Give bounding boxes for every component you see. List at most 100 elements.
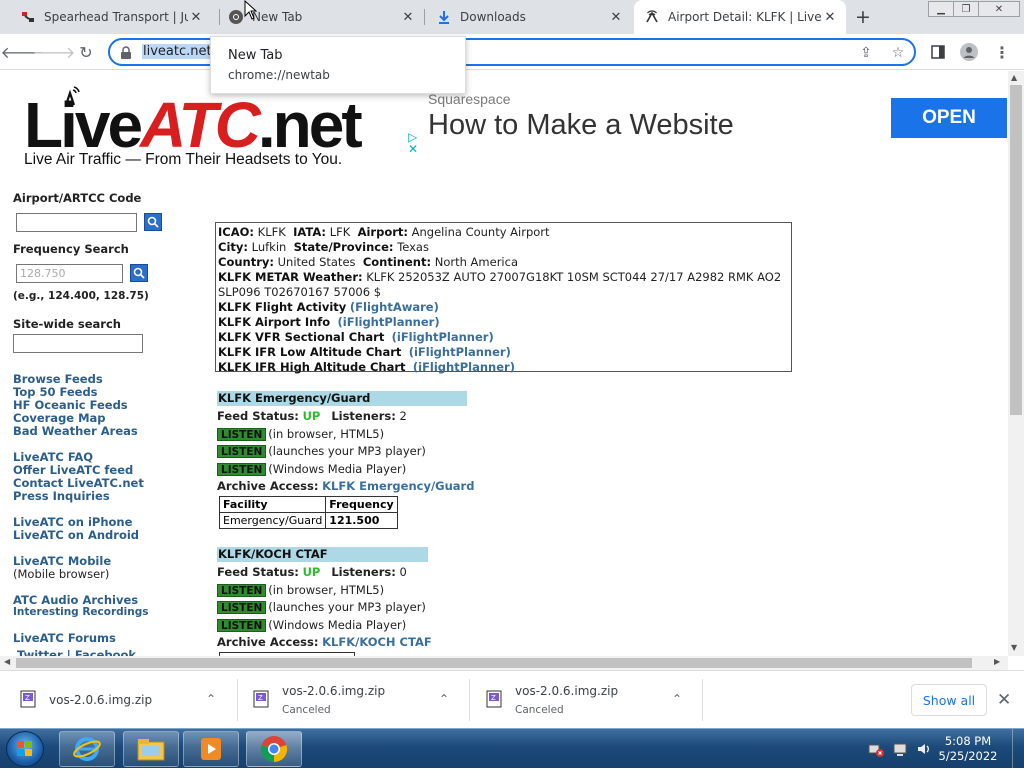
ifr-low-chart-link[interactable]: (iFlightPlanner) xyxy=(409,345,511,359)
show-all-downloads-button[interactable]: Show all xyxy=(911,684,987,716)
listen-mp3-button[interactable]: LISTEN xyxy=(217,445,267,458)
iata-value: LFK xyxy=(329,225,351,239)
nav-coverage-map[interactable]: Coverage Map xyxy=(13,411,106,425)
frequency-table: Facility Frequency Emergency/Guard 121.500 xyxy=(218,495,398,529)
airport-name: Angelina County Airport xyxy=(411,225,550,239)
close-downloads-bar-icon[interactable]: ✕ xyxy=(997,690,1011,710)
share-icon[interactable]: ⇪ xyxy=(858,45,874,61)
archive-link[interactable]: KLFK/KOCH CTAF xyxy=(322,635,432,649)
frequency-search-button[interactable] xyxy=(130,264,148,282)
chrome-icon xyxy=(228,9,244,25)
minimize-button[interactable]: ▁ xyxy=(928,1,954,17)
scrollbar-thumb[interactable] xyxy=(1010,85,1022,415)
airport-info-box: ICAO: KLFK IATA: LFK Airport: Angelina C… xyxy=(215,222,792,374)
listen-wmp-button[interactable]: LISTEN xyxy=(217,462,267,476)
taskbar-media-player[interactable] xyxy=(183,731,239,767)
nav-press-inquiries[interactable]: Press Inquiries xyxy=(13,489,110,503)
menu-kebab-icon[interactable]: ⋮ xyxy=(992,42,1012,62)
listen-wmp-button[interactable]: LISTEN xyxy=(217,618,267,632)
show-desktop-button[interactable] xyxy=(1012,729,1024,769)
close-tab-icon[interactable]: ✕ xyxy=(400,9,416,25)
new-tab-button[interactable]: + xyxy=(852,6,874,28)
profile-avatar[interactable] xyxy=(959,42,979,62)
nav-audio-archives[interactable]: ATC Audio Archives xyxy=(13,593,138,607)
archive-link[interactable]: KLFK Emergency/Guard xyxy=(322,479,474,493)
flightaware-link[interactable]: (FlightAware) xyxy=(350,300,439,314)
download-item[interactable]: Z vos-2.0.6.img.zip Canceled ⌃ xyxy=(485,671,695,729)
clock-time: 5:08 PM xyxy=(944,734,992,748)
chevron-up-icon[interactable]: ⌃ xyxy=(439,692,449,706)
nav-hf-oceanic-feeds[interactable]: HF Oceanic Feeds xyxy=(13,398,128,412)
network-warning-icon[interactable] xyxy=(868,741,884,757)
listeners-count: 0 xyxy=(399,565,407,579)
action-center-icon[interactable] xyxy=(892,741,908,757)
airport-code-input[interactable] xyxy=(16,213,137,232)
tab-spearhead[interactable]: Spearhead Transport | Just ✕ xyxy=(14,0,210,34)
chevron-up-icon[interactable]: ⌃ xyxy=(672,692,682,706)
url-text[interactable]: liveatc.net/ xyxy=(142,44,217,59)
sitewide-search-label: Site-wide search xyxy=(13,317,121,331)
listen-html5-button[interactable]: LISTEN xyxy=(217,583,267,597)
downloads-bar: Z vos-2.0.6.img.zip ⌃ Z vos-2.0.6.img.zi… xyxy=(0,670,1024,728)
start-button[interactable] xyxy=(6,731,44,767)
reload-button[interactable]: ↻ xyxy=(76,42,96,62)
taskbar-explorer[interactable] xyxy=(123,731,179,767)
frequency-input[interactable]: 128.750 xyxy=(16,264,123,283)
taskbar-chrome[interactable] xyxy=(246,731,302,767)
nav-interesting-recordings[interactable]: Interesting Recordings xyxy=(13,606,149,618)
nav-android[interactable]: LiveATC on Android xyxy=(13,528,139,542)
sitewide-search-input[interactable] xyxy=(13,334,143,353)
nav-faq[interactable]: LiveATC FAQ xyxy=(13,450,93,464)
download-item[interactable]: Z vos-2.0.6.img.zip ⌃ xyxy=(19,671,229,729)
download-item[interactable]: Z vos-2.0.6.img.zip Canceled ⌃ xyxy=(252,671,462,729)
windows-logo-icon xyxy=(17,741,32,756)
search-icon xyxy=(147,216,159,228)
nav-top-50-feeds[interactable]: Top 50 Feeds xyxy=(13,385,98,399)
forward-button[interactable]: 🡒 xyxy=(33,42,76,62)
lock-icon[interactable] xyxy=(120,45,132,64)
tab-airport-detail[interactable]: Airport Detail: KLFK | LiveA ✕ xyxy=(634,0,846,34)
horizontal-scrollbar[interactable]: ◀ ▶ xyxy=(0,656,1008,670)
close-tab-icon[interactable]: ✕ xyxy=(608,9,624,25)
close-window-button[interactable]: ✕ xyxy=(978,1,1020,17)
nav-browse-feeds[interactable]: Browse Feeds xyxy=(13,372,103,386)
bookmark-star-icon[interactable]: ☆ xyxy=(890,45,906,61)
nav-social[interactable]: Twitter | Facebook xyxy=(17,648,136,656)
taskbar-clock[interactable]: 5:08 PM 5/25/2022 xyxy=(934,734,1002,764)
close-tab-icon[interactable]: ✕ xyxy=(188,9,204,25)
airport-search-button[interactable] xyxy=(144,213,162,231)
liveatc-logo[interactable]: LiveATC.net Live Air Traffic — From Thei… xyxy=(24,86,384,173)
back-button[interactable]: 🡐 xyxy=(1,42,44,62)
volume-icon[interactable] xyxy=(916,741,932,757)
search-icon xyxy=(133,267,145,279)
listen-html5-button[interactable]: LISTEN xyxy=(217,427,267,441)
advertisement[interactable]: Squarespace How to Make a Website OPEN ▷… xyxy=(406,87,1008,163)
tab-divider xyxy=(219,9,220,25)
vertical-scrollbar[interactable]: ▲ ▼ xyxy=(1008,71,1024,656)
nav-iphone[interactable]: LiveATC on iPhone xyxy=(13,515,132,529)
side-panel-icon[interactable] xyxy=(928,42,948,62)
ad-open-button[interactable]: OPEN xyxy=(891,98,1007,138)
ad-headline[interactable]: How to Make a Website xyxy=(428,109,734,142)
tab-strip: Spearhead Transport | Just ✕ New Tab ✕ D… xyxy=(0,0,1024,34)
vfr-chart-link[interactable]: (iFlightPlanner) xyxy=(392,330,494,344)
city-value: Lufkin xyxy=(251,240,287,254)
nav-mobile[interactable]: LiveATC Mobile xyxy=(13,554,111,568)
adchoices-icon[interactable]: ▷ ✕ xyxy=(408,131,418,155)
liveatc-favicon xyxy=(644,9,660,25)
tab-downloads[interactable]: Downloads ✕ xyxy=(430,0,630,34)
ifr-high-chart-link[interactable]: (iFlightPlanner) xyxy=(413,360,515,374)
nav-contact[interactable]: Contact LiveATC.net xyxy=(13,476,144,490)
taskbar-ie[interactable] xyxy=(59,731,115,767)
airport-info-link[interactable]: (iFlightPlanner) xyxy=(338,315,440,329)
feed-title: KLFK/KOCH CTAF xyxy=(217,547,428,562)
scrollbar-thumb[interactable] xyxy=(16,658,972,668)
chevron-up-icon[interactable]: ⌃ xyxy=(206,692,216,706)
nav-forums[interactable]: LiveATC Forums xyxy=(13,631,116,645)
listen-mp3-button[interactable]: LISTEN xyxy=(217,601,267,614)
maximize-button[interactable]: ❐ xyxy=(953,1,979,17)
nav-offer-feed[interactable]: Offer LiveATC feed xyxy=(13,463,133,477)
nav-bad-weather-areas[interactable]: Bad Weather Areas xyxy=(13,424,138,438)
close-tab-icon[interactable]: ✕ xyxy=(822,9,838,25)
browser-toolbar: 🡐 🡒 ↻ liveatc.net/ ⇪ ☆ ⋮ xyxy=(0,34,1024,70)
